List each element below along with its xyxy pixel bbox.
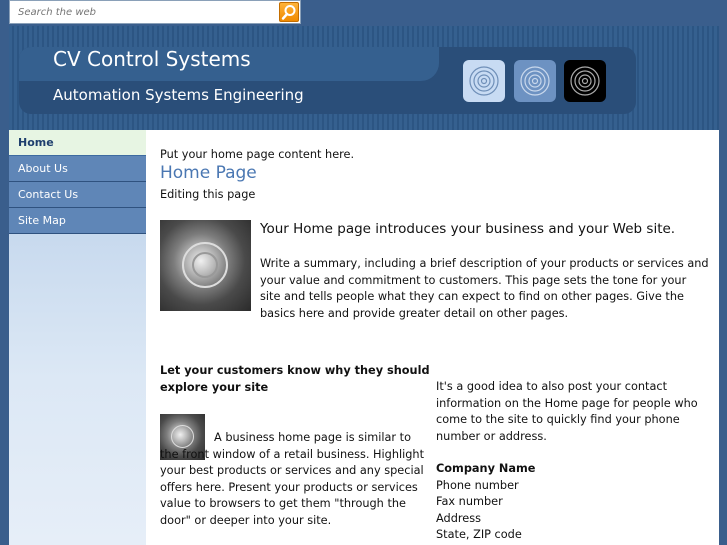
banner-badge-dark bbox=[564, 60, 606, 102]
summary-text: Write a summary, including a brief descr… bbox=[260, 257, 709, 320]
top-bar bbox=[0, 0, 727, 26]
concentric-circles-icon bbox=[570, 66, 600, 96]
banner-badge-light bbox=[463, 60, 505, 102]
search-icon bbox=[281, 5, 296, 20]
site-subtitle: Automation Systems Engineering bbox=[53, 86, 304, 104]
main-content: Put your home page content here. Home Pa… bbox=[146, 130, 719, 545]
header-banner: CV Control Systems Automation Systems En… bbox=[9, 26, 719, 130]
intro-text: Put your home page content here. bbox=[160, 148, 355, 161]
site-title: CV Control Systems bbox=[53, 47, 251, 71]
nav-item-site-map[interactable]: Site Map bbox=[9, 208, 146, 234]
search-box bbox=[9, 0, 301, 24]
front-window-text: A business home page is similar to the f… bbox=[160, 431, 425, 527]
company-name: Company Name bbox=[436, 462, 536, 475]
banner-badge-mid bbox=[514, 60, 556, 102]
nav-item-contact-us[interactable]: Contact Us bbox=[9, 182, 146, 208]
why-explore-heading: Let your customers know why they should … bbox=[160, 364, 430, 394]
nav-item-about-us[interactable]: About Us bbox=[9, 156, 146, 182]
summary-heading: Your Home page introduces your business … bbox=[260, 221, 676, 237]
editing-note: Editing this page bbox=[160, 188, 256, 201]
concentric-circles-icon bbox=[469, 66, 499, 96]
nav-item-home[interactable]: Home bbox=[9, 130, 146, 156]
phone-number: Phone number bbox=[436, 479, 519, 492]
contact-info-text: It's a good idea to also post your conta… bbox=[436, 380, 698, 443]
gauge-photo bbox=[160, 220, 251, 311]
concentric-circles-icon bbox=[520, 66, 550, 96]
fax-number: Fax number bbox=[436, 495, 503, 508]
search-input[interactable] bbox=[10, 1, 278, 23]
page-title: Home Page bbox=[160, 163, 257, 183]
sidebar-nav: Home About Us Contact Us Site Map bbox=[9, 130, 146, 545]
search-button[interactable] bbox=[279, 2, 299, 22]
address: Address bbox=[436, 512, 481, 525]
state-zip: State, ZIP code bbox=[436, 528, 522, 541]
